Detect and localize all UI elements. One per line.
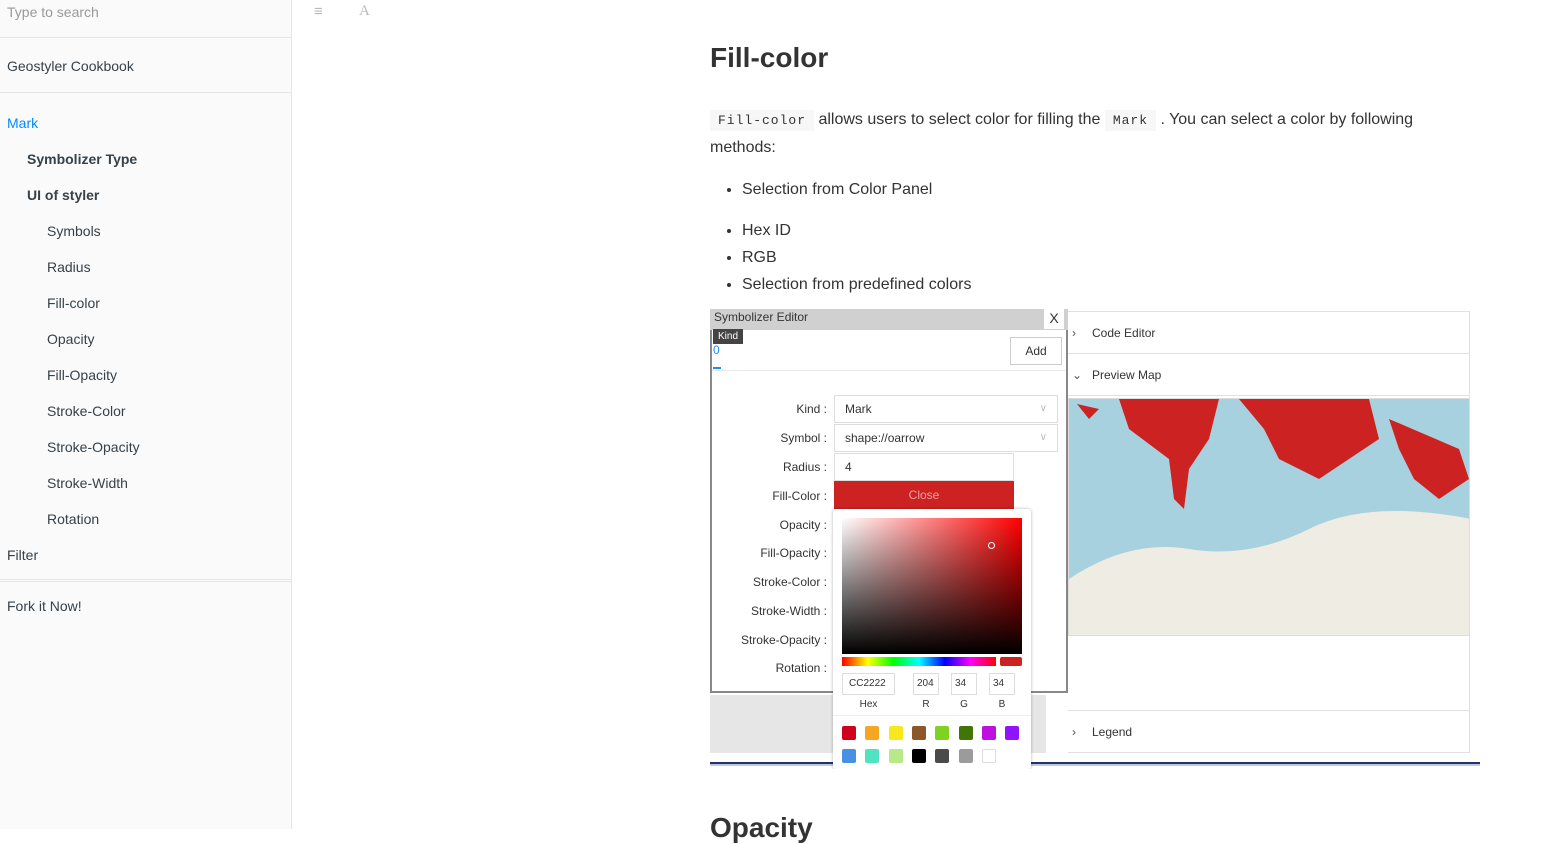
current-color-swatch xyxy=(1000,657,1022,666)
color-swatch[interactable] xyxy=(911,749,926,763)
label: Stroke-Opacity : xyxy=(740,633,827,647)
text: allows users to select color for filling… xyxy=(814,111,1105,128)
search-box xyxy=(0,0,291,38)
color-picker: CC2222 204 34 34 Hex R G B xyxy=(833,509,1031,769)
code-editor-panel[interactable]: › Code Editor xyxy=(1068,312,1470,354)
b-input[interactable]: 34 xyxy=(989,673,1015,695)
color-swatch[interactable] xyxy=(842,726,856,740)
right-panels: › Code Editor ⌄ Preview Map › Legend xyxy=(1068,311,1470,753)
code-mark: Mark xyxy=(1104,110,1157,131)
label: Stroke-Color : xyxy=(752,575,827,589)
r-input[interactable]: 204 xyxy=(913,673,939,695)
color-cursor[interactable] xyxy=(988,542,995,549)
menu-icon[interactable]: ≡ xyxy=(314,3,323,20)
sidebar-item-mark[interactable]: Mark xyxy=(0,105,291,141)
chevron-right-icon: › xyxy=(1072,725,1076,739)
color-swatch[interactable] xyxy=(865,749,880,763)
sidebar-item-symbolizer-type[interactable]: Symbolizer Type xyxy=(0,141,291,177)
sidebar-item-opacity[interactable]: Opacity xyxy=(0,321,291,357)
sidebar-item-cookbook[interactable]: Geostyler Cookbook xyxy=(0,48,291,84)
sidebar-item-stroke-color[interactable]: Stroke-Color xyxy=(0,393,291,429)
toolbar: ≡ A xyxy=(292,0,492,24)
radius-input[interactable]: 4 xyxy=(834,453,1014,481)
b-label: B xyxy=(998,699,1006,710)
color-swatch[interactable] xyxy=(981,749,996,763)
symbol-select[interactable]: shape://oarrow ∨ xyxy=(834,424,1058,452)
saturation-area[interactable] xyxy=(842,518,1022,654)
list-item: RGB xyxy=(742,244,971,271)
list-item: Selection from Color Panel xyxy=(742,176,971,203)
chevron-down-icon: ⌄ xyxy=(1072,368,1083,382)
preview-map-panel[interactable]: ⌄ Preview Map xyxy=(1068,354,1470,396)
editor-title: Symbolizer Editor xyxy=(714,310,809,324)
list-item: Selection from predefined colors xyxy=(742,271,971,298)
g-input[interactable]: 34 xyxy=(951,673,977,695)
color-swatch[interactable] xyxy=(958,749,973,763)
section-heading-opacity: Opacity xyxy=(710,812,813,843)
tab-0[interactable]: 0 xyxy=(713,343,720,357)
sidebar-item-ui-of-styler[interactable]: UI of styler xyxy=(0,177,291,213)
color-swatch[interactable] xyxy=(935,726,950,740)
g-label: G xyxy=(960,699,968,710)
color-swatch[interactable] xyxy=(981,726,996,740)
color-swatch[interactable] xyxy=(958,726,973,740)
preview-map[interactable] xyxy=(1068,398,1470,636)
sidebar-item-fork[interactable]: Fork it Now! xyxy=(0,588,291,624)
close-color-button[interactable]: Close xyxy=(834,481,1014,509)
label: Preview Map xyxy=(1092,368,1162,382)
color-swatch[interactable] xyxy=(865,726,880,740)
sidebar-item-rotation[interactable]: Rotation xyxy=(0,501,291,537)
sidebar-item-stroke-width[interactable]: Stroke-Width xyxy=(0,465,291,501)
sidebar: Geostyler Cookbook Mark Symbolizer Type … xyxy=(0,0,292,829)
r-label: R xyxy=(922,699,930,710)
sidebar-item-stroke-opacity[interactable]: Stroke-Opacity xyxy=(0,429,291,465)
label: Kind : xyxy=(796,402,827,416)
sidebar-item-filter[interactable]: Filter xyxy=(0,537,291,573)
color-swatch[interactable] xyxy=(888,749,903,763)
chevron-right-icon: › xyxy=(1072,326,1076,340)
chevron-down-icon: ∨ xyxy=(1039,403,1047,414)
chevron-down-icon: ∨ xyxy=(1039,432,1047,443)
label: Stroke-Width : xyxy=(750,604,827,618)
color-swatch[interactable] xyxy=(935,749,950,763)
methods-list: Selection from Color Panel Hex ID RGB Se… xyxy=(742,176,971,298)
color-swatch[interactable] xyxy=(842,749,856,763)
label: Legend xyxy=(1092,725,1133,739)
label: Code Editor xyxy=(1092,326,1156,340)
tooltip: Kind xyxy=(713,329,744,344)
intro-paragraph: Fill-color allows users to select color … xyxy=(710,106,1450,161)
sidebar-item-fill-opacity[interactable]: Fill-Opacity xyxy=(0,357,291,393)
code-fill-color: Fill-color xyxy=(710,110,815,131)
color-swatch[interactable] xyxy=(911,726,926,740)
search-input[interactable] xyxy=(7,4,284,20)
kind-select[interactable]: Mark ∨ xyxy=(834,395,1058,423)
sidebar-item-radius[interactable]: Radius xyxy=(0,249,291,285)
hex-label: Hex xyxy=(859,699,878,710)
label: Fill-Color : xyxy=(772,489,827,503)
value: shape://oarrow xyxy=(845,431,925,445)
screenshot-image: Symbolizer Editor X Kind 0 Add Kind : Sym… xyxy=(710,309,1480,769)
font-settings-icon[interactable]: A xyxy=(359,3,370,20)
sidebar-item-symbols[interactable]: Symbols xyxy=(0,213,291,249)
color-swatch[interactable] xyxy=(888,726,903,740)
close-icon[interactable]: X xyxy=(1044,309,1064,329)
label: Radius : xyxy=(782,460,827,474)
label: Rotation : xyxy=(775,661,827,675)
add-button[interactable]: Add xyxy=(1010,337,1062,365)
map-graphic xyxy=(1069,399,1469,635)
sidebar-item-fill-color[interactable]: Fill-color xyxy=(0,285,291,321)
label: Fill-Opacity : xyxy=(760,546,827,560)
label: Symbol : xyxy=(780,431,827,445)
list-item: Hex ID xyxy=(742,217,971,244)
color-swatch[interactable] xyxy=(1005,726,1020,740)
page-title: Fill-color xyxy=(710,42,829,73)
hex-input[interactable]: CC2222 xyxy=(842,673,895,695)
hue-slider[interactable] xyxy=(842,657,996,666)
label: Opacity : xyxy=(779,518,827,532)
value: Mark xyxy=(845,402,872,416)
legend-panel[interactable]: › Legend xyxy=(1068,710,1470,752)
